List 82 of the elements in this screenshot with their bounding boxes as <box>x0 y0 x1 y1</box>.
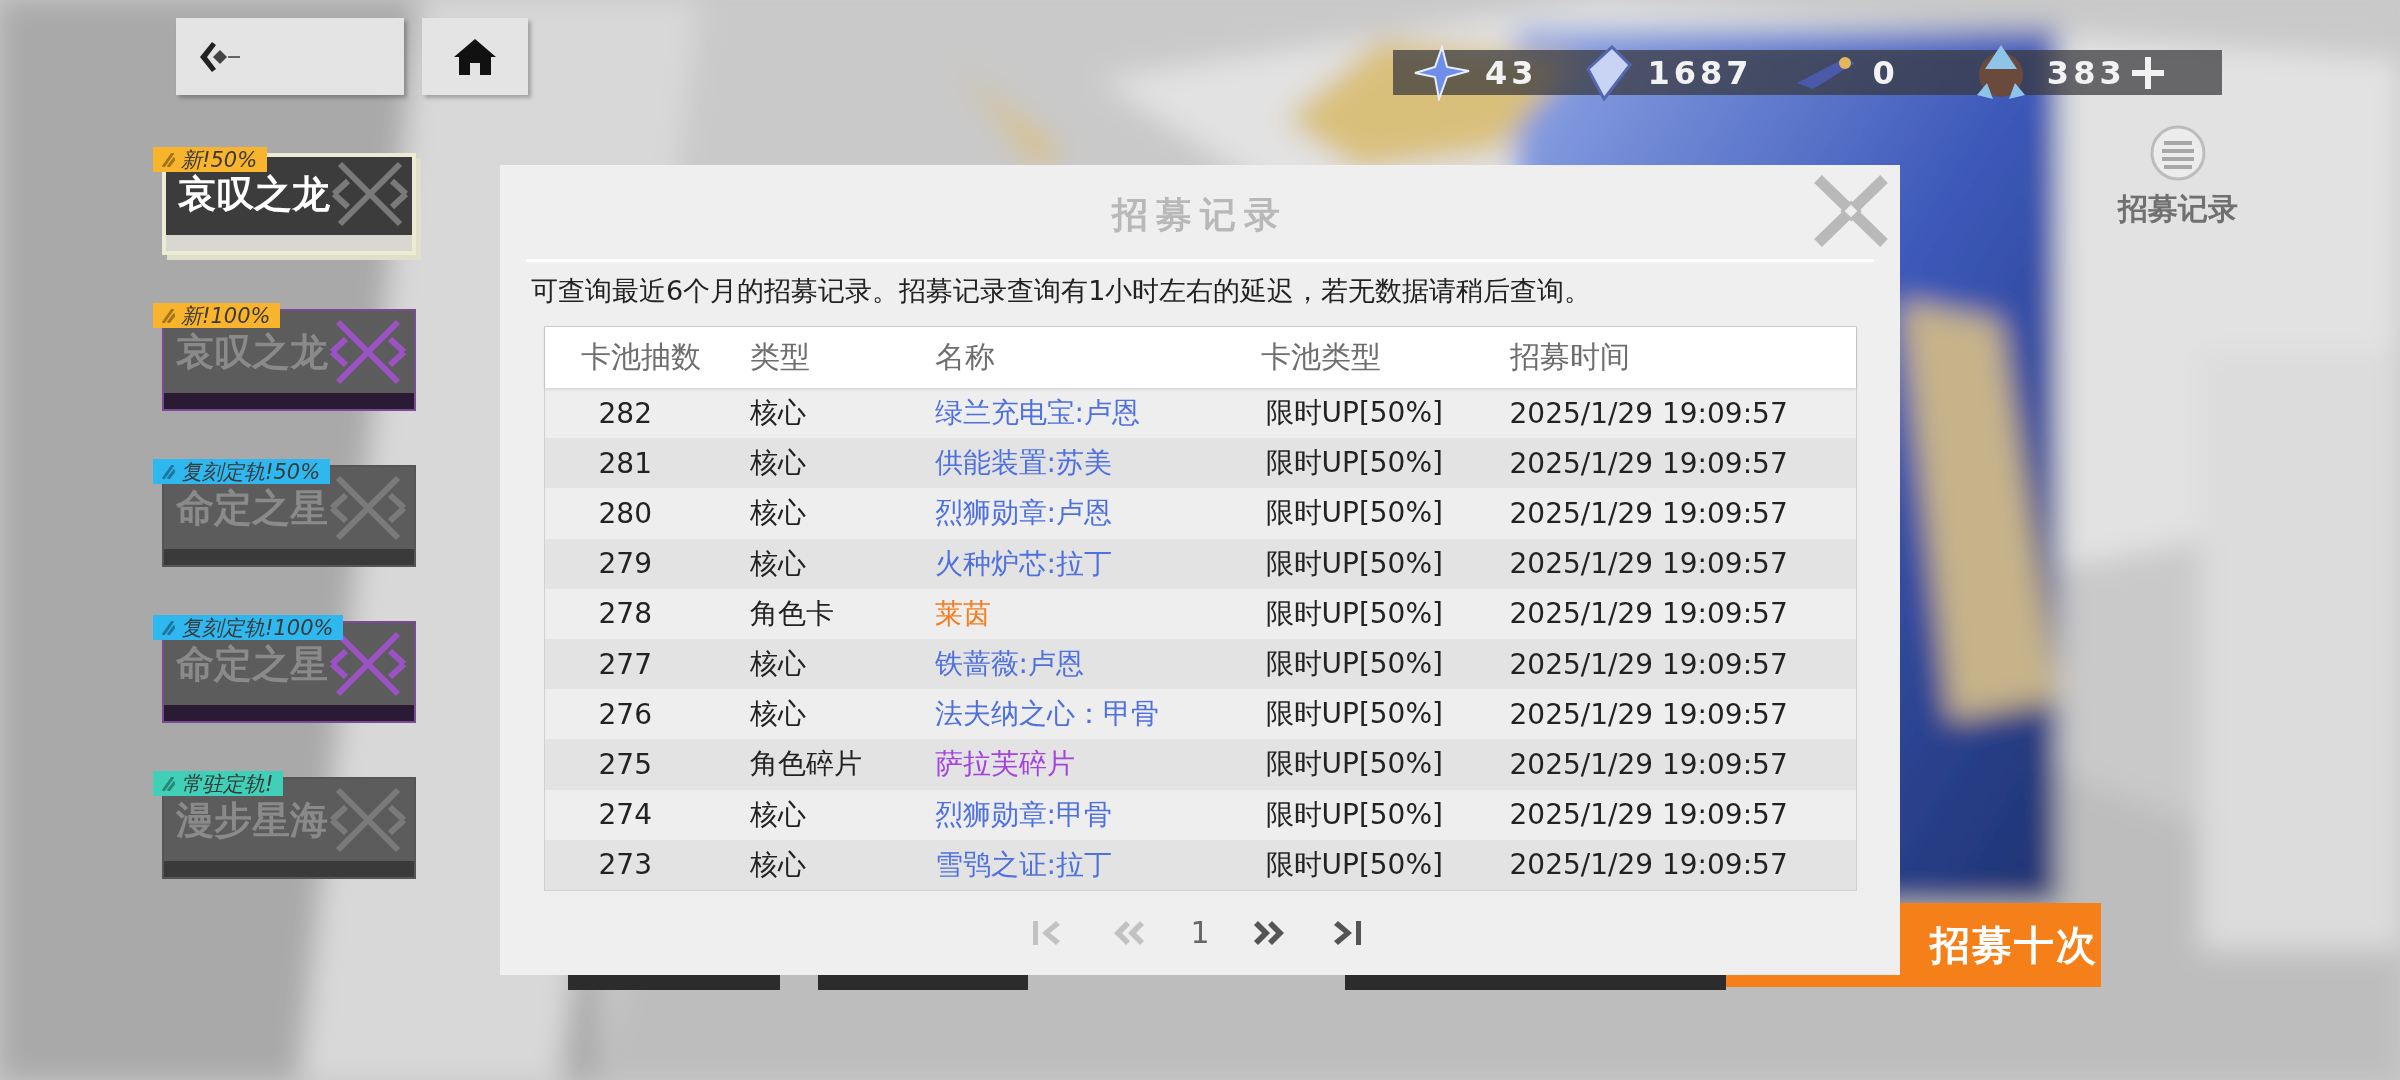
plus-icon[interactable] <box>2129 54 2166 91</box>
pool-type-cell-text: 限时UP[50%] <box>1264 395 1444 432</box>
recruit-time-cell-text: 2025/1/29 19:09:57 <box>1509 496 1789 530</box>
slash-icon <box>161 464 175 479</box>
type-cell-text: 角色碎片 <box>749 746 863 783</box>
recruit-time-cell-text: 2025/1/29 19:09:57 <box>1509 798 1789 832</box>
type-cell-text: 核心 <box>749 696 807 733</box>
pool-type-cell-text: 限时UP[50%] <box>1264 595 1444 632</box>
history-icon <box>2149 125 2206 181</box>
recruit-time-cell-text: 2025/1/29 19:09:57 <box>1509 747 1789 781</box>
star-icon <box>1413 44 1471 101</box>
recruit-time-cell-text: 2025/1/29 19:09:57 <box>1509 547 1789 581</box>
item-name-cell-text: 萨拉芙碎片 <box>934 746 1076 783</box>
snowflake-icon <box>328 785 408 855</box>
type-cell-text: 角色卡 <box>749 595 835 632</box>
currency-amount: 0 <box>1872 53 1899 92</box>
recruit-time-cell-text: 2025/1/29 19:09:57 <box>1509 647 1789 681</box>
banner-tag: 新!100% <box>153 303 281 328</box>
item-name-cell-text: 火种炉芯:拉丁 <box>934 545 1113 582</box>
draw-count-cell-text: 282 <box>597 396 653 430</box>
home-icon <box>452 36 498 77</box>
page-number: 1 <box>1190 915 1210 951</box>
slash-icon <box>161 152 175 167</box>
home-button[interactable] <box>422 18 528 95</box>
currency-amount: 1687 <box>1647 53 1753 92</box>
pool-type-cell-text: 限时UP[50%] <box>1264 796 1444 833</box>
column-header: 招募时间 <box>1509 338 1631 376</box>
pool-type-cell-text: 限时UP[50%] <box>1264 545 1444 582</box>
slash-icon <box>161 776 175 791</box>
item-name-cell-text: 莱茵 <box>934 595 992 632</box>
banner-tag: 复刻定轨!100% <box>153 615 344 640</box>
currency-amount: 43 <box>1485 53 1538 92</box>
snowflake-icon <box>328 473 408 543</box>
item-name-cell-text: 烈狮勋章:甲骨 <box>934 796 1113 833</box>
snowflake-icon <box>328 317 408 387</box>
draw-count-cell-text: 276 <box>597 697 653 731</box>
recruit-time-cell-text: 2025/1/29 19:09:57 <box>1509 848 1789 882</box>
item-name-cell-text: 供能装置:苏美 <box>934 445 1113 482</box>
draw-count-cell-text: 277 <box>597 647 653 681</box>
type-cell-text: 核心 <box>749 395 807 432</box>
slash-icon <box>161 620 175 635</box>
draw-count-cell-text: 280 <box>597 496 653 530</box>
recruit-time-cell-text: 2025/1/29 19:09:57 <box>1509 396 1789 430</box>
banner-title: 哀叹之龙 <box>178 170 330 218</box>
type-cell-text: 核心 <box>749 545 807 582</box>
draw-count-cell-text: 275 <box>597 747 653 781</box>
draw-count-cell-text: 279 <box>597 547 653 581</box>
type-cell-text: 核心 <box>749 495 807 532</box>
type-cell-text: 核心 <box>749 445 807 482</box>
column-header: 类型 <box>749 338 811 376</box>
pool-type-cell-text: 限时UP[50%] <box>1264 495 1444 532</box>
slash-icon <box>161 308 175 323</box>
banner-tag: 新!50% <box>153 147 268 172</box>
banner-tag: 常驻定轨! <box>153 771 284 796</box>
pool-type-cell-text: 限时UP[50%] <box>1264 846 1444 883</box>
recruit-time-cell-text: 2025/1/29 19:09:57 <box>1509 697 1789 731</box>
recruit-time-cell-text: 2025/1/29 19:09:57 <box>1509 446 1789 480</box>
type-cell-text: 核心 <box>749 846 807 883</box>
item-name-cell-text: 铁蔷薇:卢恩 <box>934 646 1085 683</box>
draw-count-cell-text: 273 <box>597 848 653 882</box>
snowflake-icon <box>330 159 410 229</box>
notice-text: 可查询最近6个月的招募记录。招募记录查询有1小时左右的延迟，若无数据请稍后查询。 <box>531 274 1592 308</box>
column-header: 名称 <box>934 338 996 376</box>
pool-type-cell-text: 限时UP[50%] <box>1264 646 1444 683</box>
type-cell-text: 核心 <box>749 646 807 683</box>
pool-type-cell-text: 限时UP[50%] <box>1264 746 1444 783</box>
pool-type-cell-text: 限时UP[50%] <box>1264 696 1444 733</box>
recruit-time-cell-text: 2025/1/29 19:09:57 <box>1509 597 1789 631</box>
draw-count-cell-text: 281 <box>597 446 653 480</box>
pool-type-cell-text: 限时UP[50%] <box>1264 445 1444 482</box>
banner-tag: 复刻定轨!50% <box>153 459 331 484</box>
column-header: 卡池类型 <box>1260 338 1382 376</box>
draw-count-cell-text: 278 <box>597 597 653 631</box>
type-cell-text: 核心 <box>749 796 807 833</box>
item-name-cell-text: 绿兰充电宝:卢恩 <box>934 395 1141 432</box>
item-name-cell-text: 雪鸮之证:拉丁 <box>934 846 1113 883</box>
item-name-cell-text: 法夫纳之心：甲骨 <box>934 696 1160 733</box>
currency-amount: 383 <box>2046 53 2126 92</box>
history-button[interactable]: 招募记录 <box>2117 125 2238 230</box>
item-name-cell-text: 烈狮勋章:卢恩 <box>934 495 1113 532</box>
column-header: 卡池抽数 <box>579 338 702 376</box>
draw-count-cell-text: 274 <box>597 798 653 832</box>
